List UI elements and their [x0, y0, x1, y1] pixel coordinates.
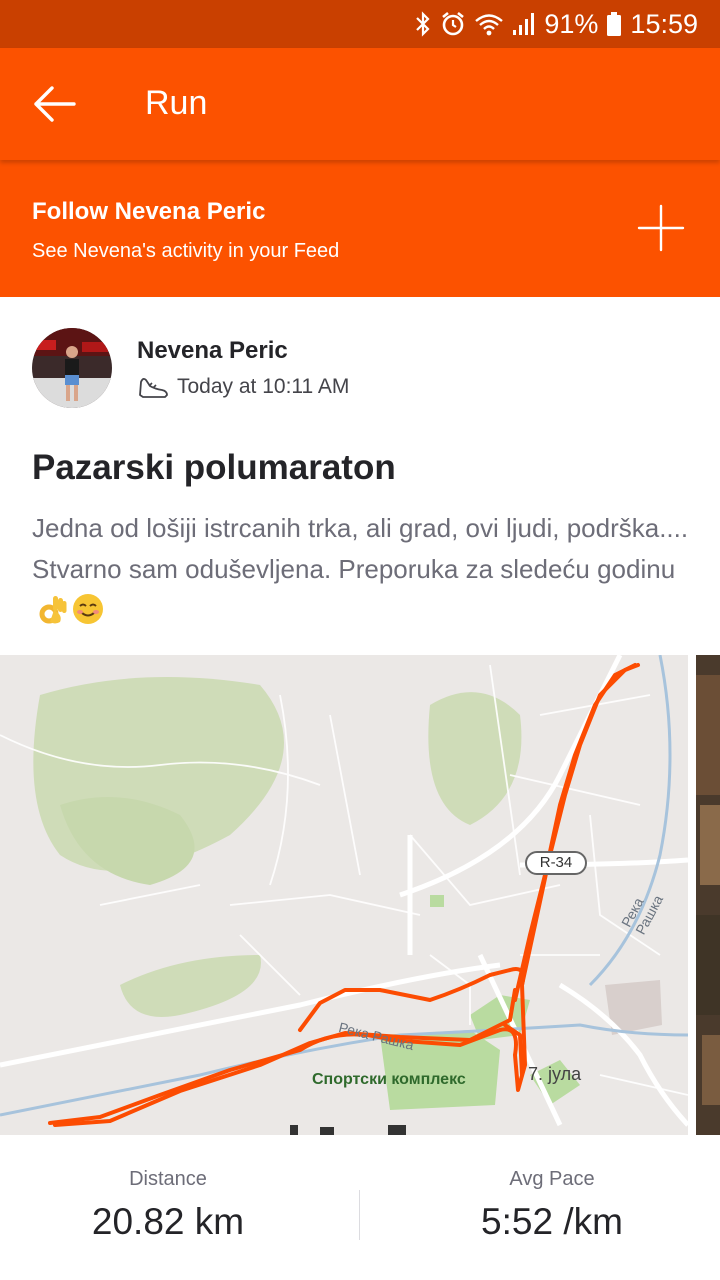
page-title: Run	[145, 84, 208, 122]
sports-complex-label: Спортски комплекс	[312, 1071, 466, 1088]
pace-label: Avg Pace	[509, 1168, 595, 1190]
wifi-icon	[474, 11, 504, 37]
distance-label: Distance	[129, 1168, 207, 1190]
app-bar: Run	[0, 48, 720, 160]
follow-title: Follow Nevena Peric	[32, 198, 266, 225]
pace-value: 5:52 /km	[481, 1201, 623, 1242]
follow-subtitle: See Nevena's activity in your Feed	[32, 240, 340, 262]
activity-photo-peek[interactable]	[696, 655, 720, 1135]
status-icons: 91% 15:59	[414, 8, 698, 40]
arrow-left-icon	[34, 86, 76, 122]
running-shoe-icon	[139, 377, 168, 398]
battery-percent: 91%	[544, 8, 599, 39]
activity-timestamp: Today at 10:11 AM	[177, 375, 350, 398]
activity-title[interactable]: Pazarski polumaraton	[32, 448, 396, 488]
signal-icon	[512, 11, 536, 37]
distance-stat: Distance 20.82 km	[18, 1168, 318, 1243]
back-button[interactable]	[24, 78, 84, 130]
ok-hand-emoji	[39, 596, 67, 624]
description-text: Jedna od lošiji istrcanih trka, ali grad…	[32, 513, 689, 584]
road-badge: R-34	[525, 851, 587, 875]
athlete-name[interactable]: Nevena Peric	[137, 337, 288, 365]
bluetooth-icon	[414, 11, 432, 37]
smiling-face-emoji	[73, 594, 103, 624]
battery-icon	[606, 11, 622, 37]
avatar[interactable]	[32, 328, 112, 408]
activity-meta: Today at 10:11 AM	[137, 374, 349, 400]
street-label: 7. јула	[528, 1064, 582, 1084]
activity-description: Jedna od lošiji istrcanih trka, ali grad…	[32, 508, 692, 631]
pace-stat: Avg Pace 5:52 /km	[402, 1168, 702, 1243]
distance-value: 20.82 km	[91, 1201, 245, 1242]
plus-icon[interactable]	[636, 203, 686, 253]
emoji-group	[38, 593, 104, 625]
route-map[interactable]: R-34 Река Рашка Река Рашка Спортски комп…	[0, 655, 688, 1135]
stat-divider	[359, 1190, 360, 1240]
follow-banner[interactable]: Follow Nevena Peric See Nevena's activit…	[0, 160, 720, 297]
clock: 15:59	[630, 8, 698, 39]
alarm-icon	[440, 11, 466, 37]
status-bar: 91% 15:59	[0, 0, 720, 48]
